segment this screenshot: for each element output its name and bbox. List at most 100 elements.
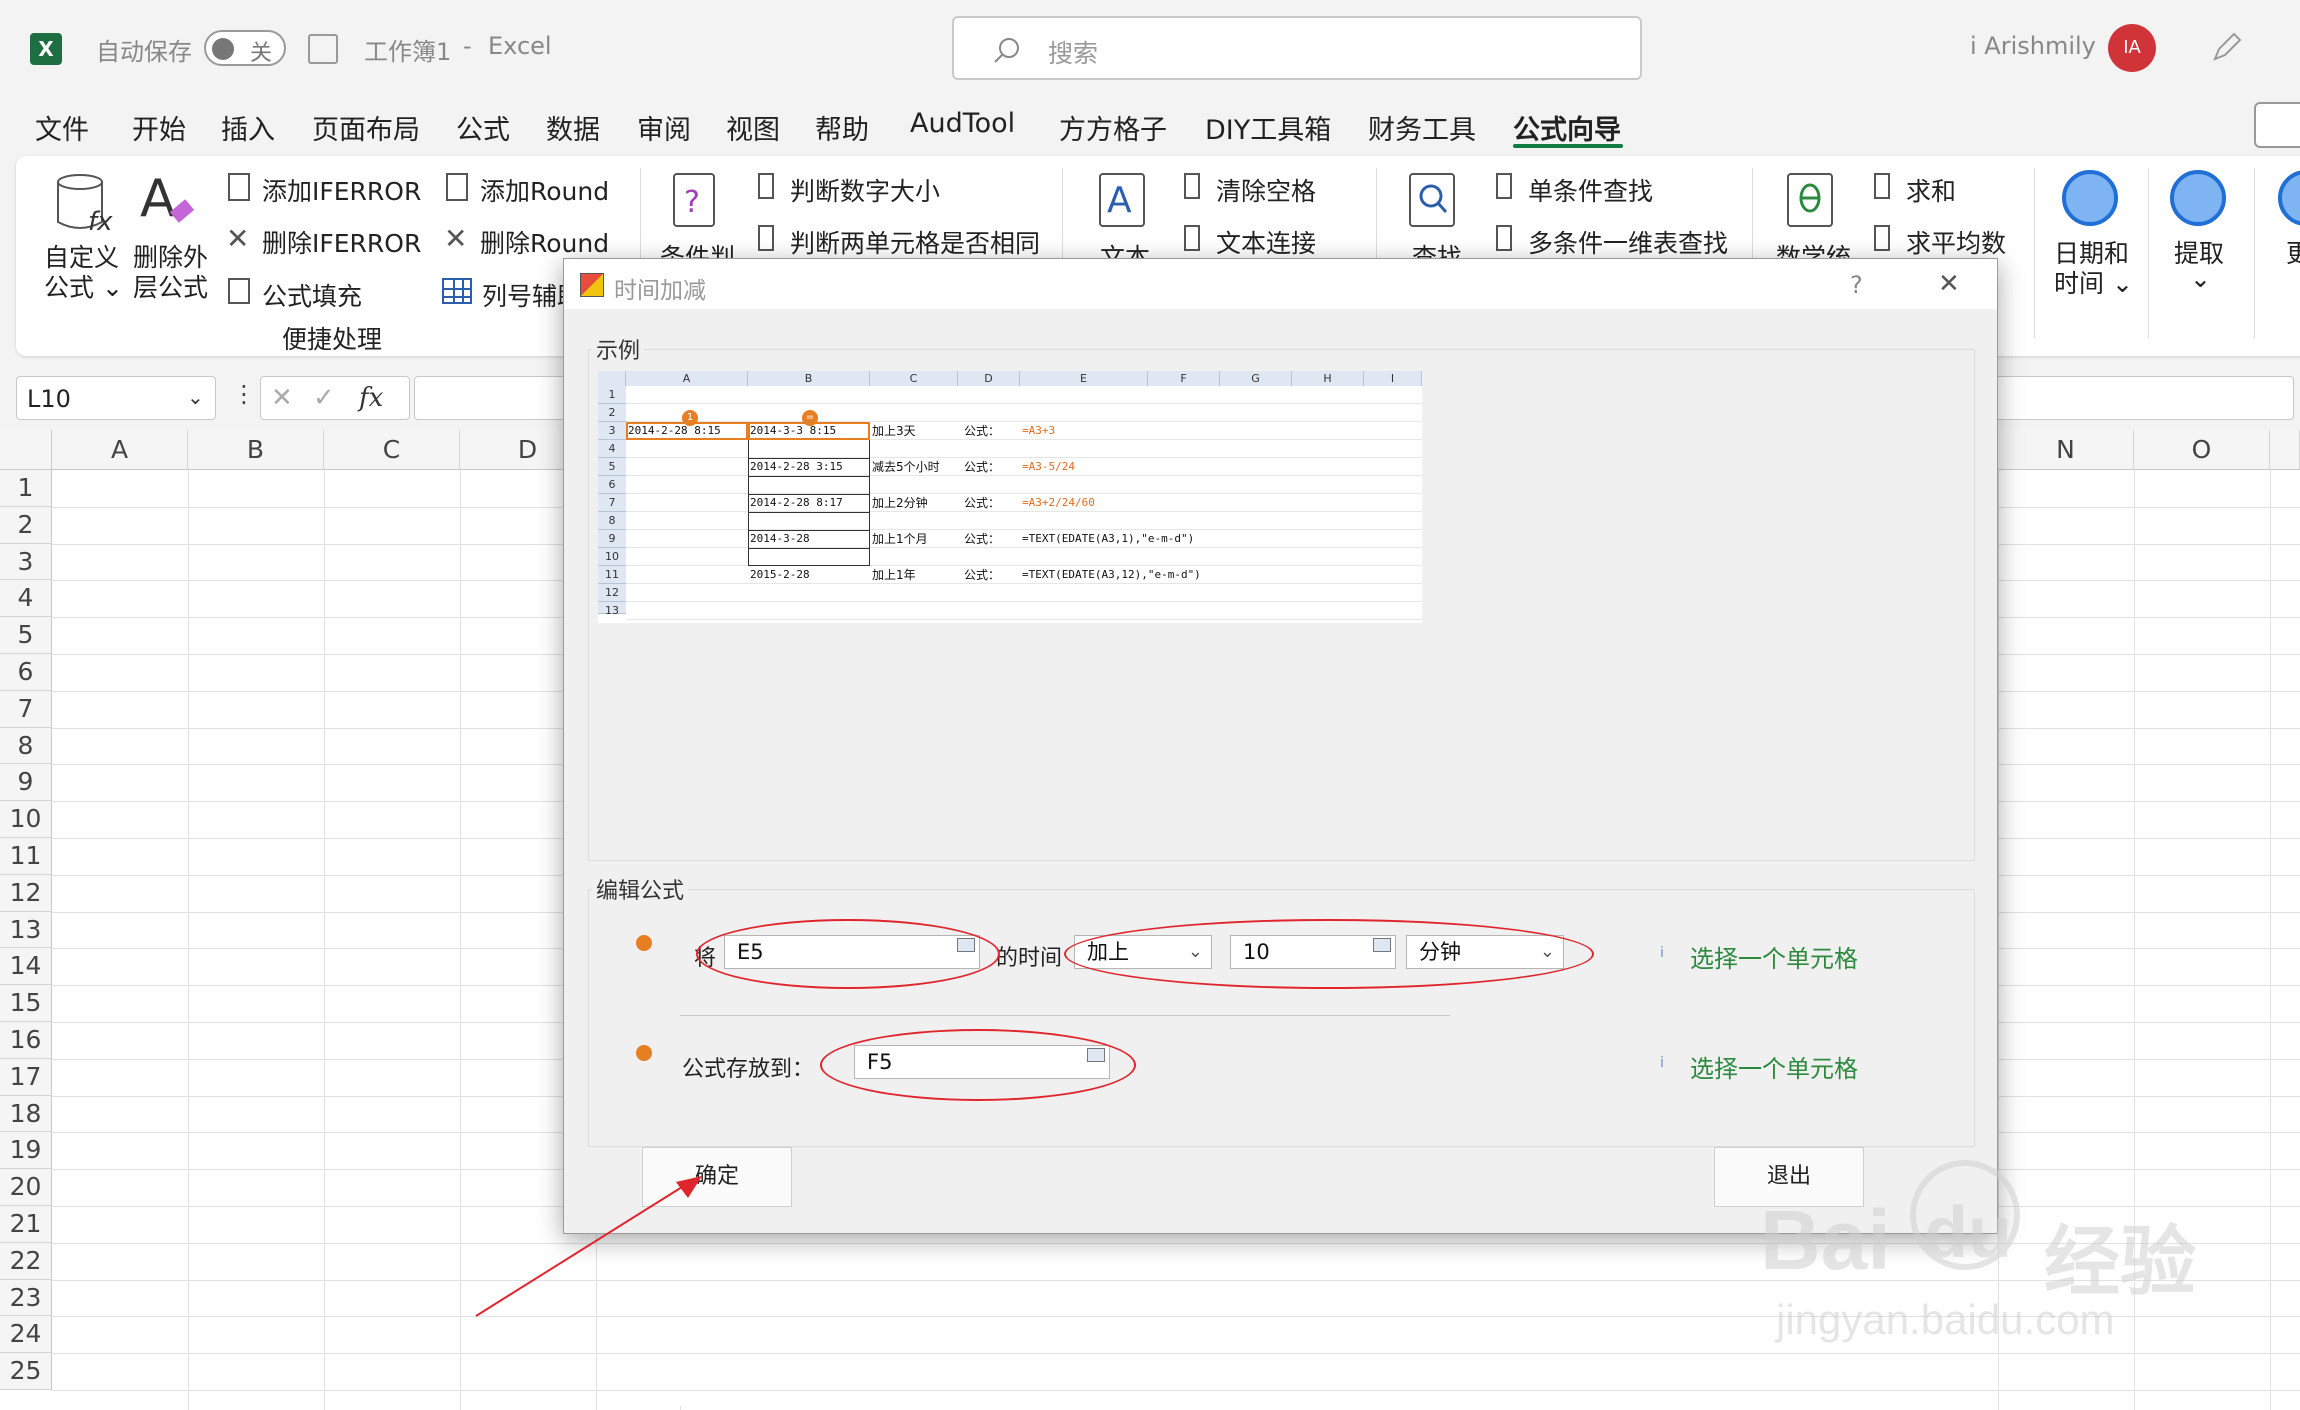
row-header[interactable]: 15 xyxy=(0,985,52,1022)
row-header[interactable]: 2 xyxy=(0,506,52,544)
tab-fangfang[interactable]: 方方格子 xyxy=(1059,108,1167,147)
sample-row-header: 1 xyxy=(598,386,626,404)
search-box[interactable]: 搜索 xyxy=(952,16,1642,80)
sample-b9: 2014-3-28 xyxy=(750,532,810,545)
tab-formulas[interactable]: 公式 xyxy=(456,108,510,147)
tab-insert[interactable]: 插入 xyxy=(221,108,275,147)
row-header[interactable]: 22 xyxy=(0,1242,52,1280)
tab-page-layout[interactable]: 页面布局 xyxy=(312,108,420,147)
formula-fill-button[interactable]: 公式填充 xyxy=(262,277,362,313)
column-header-b[interactable]: B xyxy=(188,430,324,470)
example-sheet-image: A B C D E F G H I 1 2 3 4 5 6 7 8 9 10 11 12 13 1 = … xyxy=(598,371,1422,623)
judge-size-button[interactable]: 判断数字大小 xyxy=(790,172,940,208)
chevron-down-icon: ⌄ xyxy=(187,385,204,409)
sample-d5: 公式： xyxy=(964,460,1001,474)
extract-label2[interactable]: ⌄ xyxy=(2190,264,2211,293)
remove-outer-label2[interactable]: 层公式 xyxy=(133,268,208,304)
cancel-icon[interactable]: ✕ xyxy=(271,383,293,413)
row-header[interactable]: 20 xyxy=(0,1169,52,1206)
select-all-corner[interactable] xyxy=(0,430,52,470)
select-cell-link-1[interactable]: 选择一个单元格 xyxy=(1690,939,1858,974)
autosave-toggle[interactable]: 关 xyxy=(204,30,286,66)
sample-corner xyxy=(598,371,626,386)
watermark-brand: Bai xyxy=(1760,1193,1891,1287)
tab-review[interactable]: 审阅 xyxy=(637,108,691,147)
row-header[interactable]: 10 xyxy=(0,801,52,838)
math-icon xyxy=(1787,173,1833,227)
row-header[interactable]: 23 xyxy=(0,1279,52,1317)
add-iferror-button[interactable]: 添加IFERROR xyxy=(262,172,421,208)
bookmark-icon-3 xyxy=(1184,173,1200,199)
row-header[interactable]: 11 xyxy=(0,838,52,875)
column-header-n[interactable]: N xyxy=(1998,430,2134,470)
clear-space-button[interactable]: 清除空格 xyxy=(1216,172,1316,208)
multi-lookup-button[interactable]: 多条件一维表查找 xyxy=(1528,224,1728,260)
gridline-v xyxy=(680,1406,681,1410)
row-header[interactable]: 9 xyxy=(0,764,52,802)
column-header-o[interactable]: O xyxy=(2134,430,2270,470)
pen-icon[interactable] xyxy=(2210,30,2244,64)
row-header[interactable]: 24 xyxy=(0,1316,52,1354)
app-name: Excel xyxy=(488,32,552,60)
add-round-button[interactable]: 添加Round xyxy=(480,172,609,208)
row-header[interactable]: 12 xyxy=(0,874,52,912)
tab-file[interactable]: 文件 xyxy=(35,108,89,147)
row-header[interactable]: 17 xyxy=(0,1058,52,1096)
row-header[interactable]: 25 xyxy=(0,1353,52,1390)
row-header[interactable]: 18 xyxy=(0,1095,52,1133)
row-header[interactable]: 16 xyxy=(0,1022,52,1059)
custom-formula-label2[interactable]: 公式 ⌄ xyxy=(44,268,123,304)
row-header[interactable]: 3 xyxy=(0,543,52,581)
sum-button[interactable]: 求和 xyxy=(1906,172,1956,208)
average-button[interactable]: 求平均数 xyxy=(1906,224,2006,260)
avatar[interactable]: IA xyxy=(2108,24,2156,72)
delete-round-button[interactable]: 删除Round xyxy=(480,224,609,260)
single-lookup-button[interactable]: 单条件查找 xyxy=(1528,172,1653,208)
row-header[interactable]: 19 xyxy=(0,1132,52,1170)
row-header[interactable]: 4 xyxy=(0,580,52,618)
row-header[interactable]: 5 xyxy=(0,617,52,654)
help-icon[interactable]: ? xyxy=(1850,271,1863,299)
tab-diy-toolbox[interactable]: DIY工具箱 xyxy=(1205,108,1331,147)
tab-audtool[interactable]: AudTool xyxy=(910,108,1015,139)
sample-row-header: 6 xyxy=(598,476,626,494)
sample-b3: 2014-3-3 8:15 xyxy=(750,424,837,437)
column-header-a[interactable]: A xyxy=(52,430,188,470)
tab-data[interactable]: 数据 xyxy=(546,108,600,147)
sample-c9: 加上1个月 xyxy=(872,532,928,546)
insert-function-icon[interactable]: fx xyxy=(359,383,383,413)
judge-same-button[interactable]: 判断两单元格是否相同 xyxy=(790,224,1040,260)
sample-row-header: 3 xyxy=(598,422,626,440)
sample-d11: 公式： xyxy=(964,568,1001,582)
toggle-knob xyxy=(212,38,234,60)
row-header[interactable]: 13 xyxy=(0,911,52,949)
delete-iferror-button[interactable]: 删除IFERROR xyxy=(262,224,421,260)
save-icon[interactable] xyxy=(308,34,338,64)
tab-view[interactable]: 视图 xyxy=(726,108,780,147)
row-header[interactable]: 7 xyxy=(0,690,52,728)
row-header[interactable]: 21 xyxy=(0,1206,52,1243)
confirm-icon[interactable]: ✓ xyxy=(313,383,335,413)
row-header[interactable]: 6 xyxy=(0,654,52,691)
close-icon[interactable]: ✕ xyxy=(1938,269,1960,299)
comments-button[interactable] xyxy=(2254,102,2300,148)
row-header[interactable]: 14 xyxy=(0,948,52,986)
tab-help[interactable]: 帮助 xyxy=(815,108,869,147)
text-join-button[interactable]: 文本连接 xyxy=(1216,224,1316,260)
row-header[interactable]: 8 xyxy=(0,727,52,765)
datetime-label2[interactable]: 时间 ⌄ xyxy=(2054,264,2133,300)
sample-col: B xyxy=(748,371,870,386)
column-header-c[interactable]: C xyxy=(324,430,460,470)
sample-row-header: 11 xyxy=(598,566,626,584)
more-label[interactable]: 更 xyxy=(2286,234,2300,270)
more-vertical-icon[interactable]: ⋮ xyxy=(232,380,256,408)
custom-formula-icon: fx xyxy=(57,174,113,236)
tab-formula-wizard[interactable]: 公式向导 xyxy=(1513,108,1621,147)
sample-d9: 公式： xyxy=(964,532,1001,546)
name-box[interactable]: L10 ⌄ xyxy=(16,376,216,420)
tab-finance-tools[interactable]: 财务工具 xyxy=(1368,108,1476,147)
row-header[interactable]: 1 xyxy=(0,470,52,507)
column-header-p[interactable] xyxy=(2270,430,2300,470)
tab-home[interactable]: 开始 xyxy=(132,108,186,147)
select-cell-link-2[interactable]: 选择一个单元格 xyxy=(1690,1049,1858,1084)
